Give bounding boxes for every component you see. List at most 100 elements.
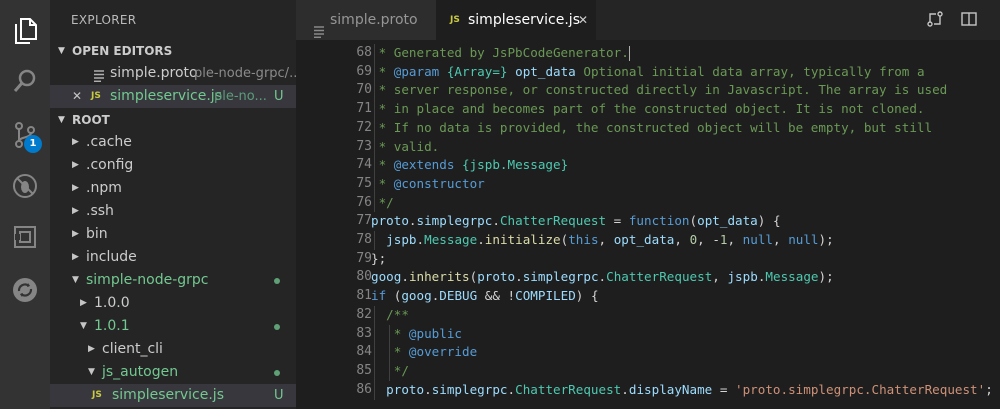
open-editors-header[interactable]: ▼ OPEN EDITORS — [50, 40, 296, 62]
line-number: 77 — [356, 213, 372, 229]
js-file-icon: JS — [92, 390, 102, 400]
tree-item-file-selected[interactable]: JS simpleservice.js U — [50, 384, 296, 407]
sync-icon[interactable] — [10, 275, 40, 305]
modified-dot — [274, 370, 280, 376]
tree-item-folder[interactable]: ▶ bin — [50, 223, 296, 246]
tree-item-folder[interactable]: ▶ .ssh — [50, 200, 296, 223]
code-line: if (goog.DEBUG && !COMPILED) { — [371, 288, 599, 304]
line-number: 80 — [356, 269, 372, 285]
explorer-sidebar: EXPLORER ▼ OPEN EDITORS simple.proto ple… — [50, 0, 296, 409]
code-line: * valid. — [371, 138, 440, 154]
line-number: 68 — [356, 45, 372, 60]
line-number: 85 — [356, 362, 372, 378]
folder-name: js_autogen — [102, 364, 179, 380]
code-line: * @constructor — [371, 175, 485, 191]
folder-name: .npm — [86, 180, 122, 196]
line-number: 72 — [356, 119, 372, 135]
tree-item-folder[interactable]: ▶ 1.0.0 — [50, 292, 296, 315]
tree-item-folder[interactable]: ▶ client_cli — [50, 338, 296, 361]
source-control-badge: 1 — [24, 135, 42, 153]
chevron-right-icon: ▶ — [72, 183, 79, 193]
chevron-right-icon: ▶ — [72, 206, 79, 216]
file-name: simple.proto — [110, 65, 198, 81]
debug-icon[interactable] — [10, 171, 40, 201]
file-name: simpleservice.js — [110, 88, 222, 104]
code-line: goog.inherits(proto.simplegrpc.ChatterRe… — [371, 269, 834, 285]
code-line: * Generated by JsPbCodeGenerator. — [371, 45, 630, 61]
tree-item-folder[interactable]: ▶ .npm — [50, 177, 296, 200]
folder-name: client_cli — [102, 341, 163, 357]
untracked-status: U — [274, 89, 284, 104]
root-header[interactable]: ▼ ROOT — [50, 109, 296, 131]
chevron-down-icon: ▼ — [80, 321, 87, 331]
close-icon[interactable]: ✕ — [72, 85, 82, 108]
file-name: simpleservice.js — [112, 387, 224, 403]
code-line: * in place and becomes part of the const… — [371, 101, 925, 117]
files-icon[interactable] — [10, 16, 40, 46]
open-changes-icon[interactable] — [926, 10, 944, 32]
folder-name: include — [86, 249, 137, 265]
line-number: 76 — [356, 194, 372, 210]
chevron-right-icon: ▶ — [72, 252, 79, 262]
line-number: 84 — [356, 344, 372, 360]
tree-item-folder[interactable]: ▶ .cache — [50, 131, 296, 154]
close-icon[interactable]: ✕ — [578, 0, 588, 40]
chevron-right-icon: ▶ — [72, 137, 79, 147]
code-line: */ — [371, 362, 409, 378]
code-line: /** — [371, 306, 409, 322]
chevron-down-icon: ▼ — [58, 46, 65, 56]
line-number: 79 — [356, 250, 372, 266]
open-editor-item-proto[interactable]: simple.proto ple-node-grpc/... — [50, 62, 296, 85]
folder-name: 1.0.0 — [94, 295, 130, 311]
tab-label: simple.proto — [330, 12, 418, 28]
folder-name: 1.0.1 — [94, 318, 130, 334]
js-file-icon: JS — [91, 91, 101, 101]
line-number: 73 — [356, 138, 372, 154]
line-number: 82 — [356, 306, 372, 322]
file-path: ple-no... — [214, 89, 267, 104]
tree-item-folder-open[interactable]: ▼ 1.0.1 — [50, 315, 296, 338]
code-line: * @override — [371, 344, 478, 360]
chevron-down-icon: ▼ — [58, 115, 65, 125]
folder-name: simple-node-grpc — [86, 272, 209, 288]
chevron-right-icon: ▶ — [72, 160, 79, 170]
editor-area: simple.proto JS simpleservice.js ✕ 68 69… — [296, 0, 1000, 409]
tab-simple-proto[interactable]: simple.proto — [296, 0, 436, 40]
code-line: * @param {Array=} opt_data Optional init… — [371, 63, 925, 79]
chevron-right-icon: ▶ — [72, 229, 79, 239]
js-file-icon: JS — [450, 15, 460, 25]
tree-item-folder-open[interactable]: ▼ js_autogen — [50, 361, 296, 384]
line-number: 70 — [356, 82, 372, 98]
tab-simpleservice-js[interactable]: JS simpleservice.js ✕ — [436, 0, 596, 40]
line-number: 78 — [356, 232, 372, 247]
code-line: proto.simplegrpc.ChatterRequest = functi… — [371, 213, 781, 229]
line-number: 75 — [356, 175, 372, 191]
tree-item-folder[interactable]: ▶ include — [50, 246, 296, 269]
chevron-right-icon: ▶ — [80, 298, 87, 308]
line-number: 71 — [356, 101, 372, 117]
folder-name: .ssh — [86, 203, 114, 219]
file-lines-icon — [94, 67, 104, 83]
line-number: 81 — [356, 288, 372, 304]
code-line: * @public — [371, 325, 462, 341]
extensions-icon[interactable] — [10, 222, 40, 252]
activity-bar: 1 — [0, 0, 50, 409]
root-label: ROOT — [72, 113, 110, 127]
tree-item-folder-open[interactable]: ▼ simple-node-grpc — [50, 269, 296, 292]
chevron-down-icon: ▼ — [88, 367, 95, 377]
modified-dot — [274, 324, 280, 330]
tree-item-folder[interactable]: ▶ .config — [50, 154, 296, 177]
open-editors-label: OPEN EDITORS — [72, 44, 173, 58]
open-editor-item-js[interactable]: ✕ JS simpleservice.js ple-no... U — [50, 85, 296, 108]
line-number: 69 — [356, 63, 372, 79]
chevron-down-icon: ▼ — [72, 275, 79, 285]
search-icon[interactable] — [10, 66, 40, 96]
folder-name: .cache — [86, 134, 132, 150]
split-editor-icon[interactable] — [960, 10, 978, 32]
editor-actions — [926, 10, 986, 30]
tab-bar: simple.proto JS simpleservice.js ✕ — [296, 0, 1000, 40]
tab-label: simpleservice.js — [468, 12, 580, 28]
line-number: 86 — [356, 381, 372, 397]
modified-dot — [274, 278, 280, 284]
line-number: 83 — [356, 325, 372, 341]
